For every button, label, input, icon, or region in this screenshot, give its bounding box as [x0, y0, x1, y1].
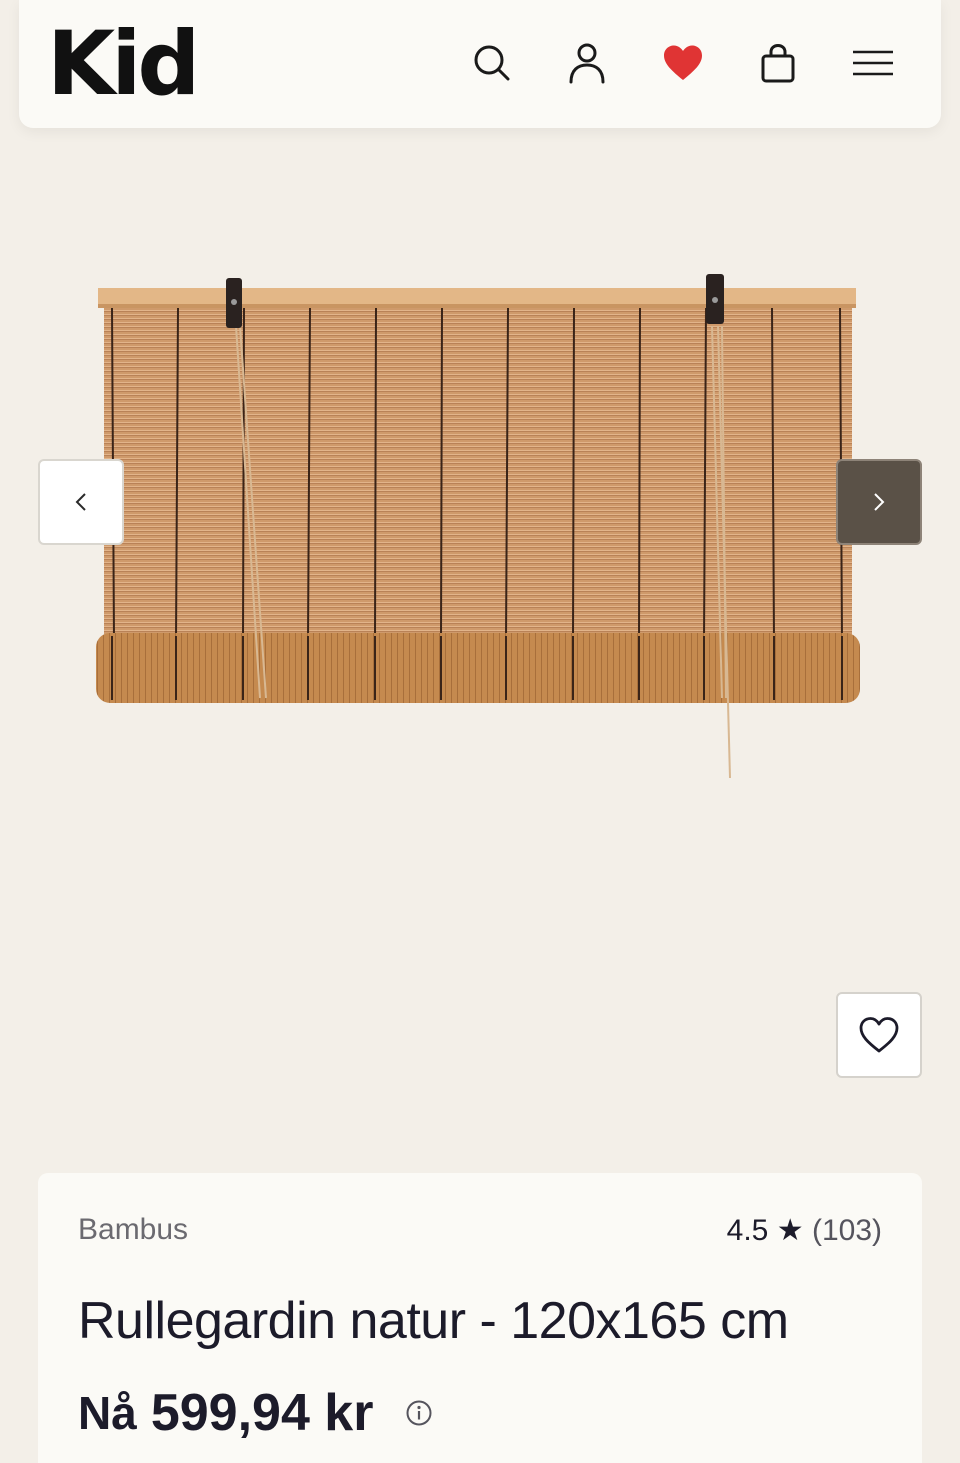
product-info-card: Bambus 4.5 ★ (103) Rullegardin natur - 1…	[38, 1173, 922, 1463]
rating-count: (103)	[811, 1214, 882, 1247]
rating-value: 4.5	[726, 1214, 769, 1247]
heart-icon[interactable]	[658, 38, 708, 88]
info-icon[interactable]	[405, 1399, 433, 1427]
star-icon: ★	[776, 1214, 804, 1247]
search-icon[interactable]	[467, 38, 517, 88]
add-to-favorites-button[interactable]	[836, 992, 922, 1078]
menu-icon[interactable]	[848, 38, 898, 88]
heart-outline-icon	[859, 1017, 899, 1053]
product-price: 599,94 kr	[150, 1384, 374, 1442]
next-image-button[interactable]	[836, 459, 922, 545]
previous-image-button[interactable]	[38, 459, 124, 545]
chevron-left-icon	[75, 493, 86, 511]
account-icon[interactable]	[562, 38, 612, 88]
bag-icon[interactable]	[753, 38, 803, 88]
site-header: Kid	[19, 0, 941, 128]
chevron-right-icon	[874, 493, 885, 511]
product-brand[interactable]: Bambus	[78, 1213, 188, 1247]
price-prefix: Nå	[78, 1387, 137, 1439]
price-row: Nå 599,94 kr	[78, 1383, 433, 1443]
product-rating[interactable]: 4.5 ★ (103)	[727, 1213, 882, 1248]
logo[interactable]: Kid	[47, 14, 200, 114]
product-gallery	[0, 128, 960, 1168]
product-title: Rullegardin natur - 120x165 cm	[78, 1292, 789, 1350]
product-image[interactable]	[46, 228, 914, 788]
